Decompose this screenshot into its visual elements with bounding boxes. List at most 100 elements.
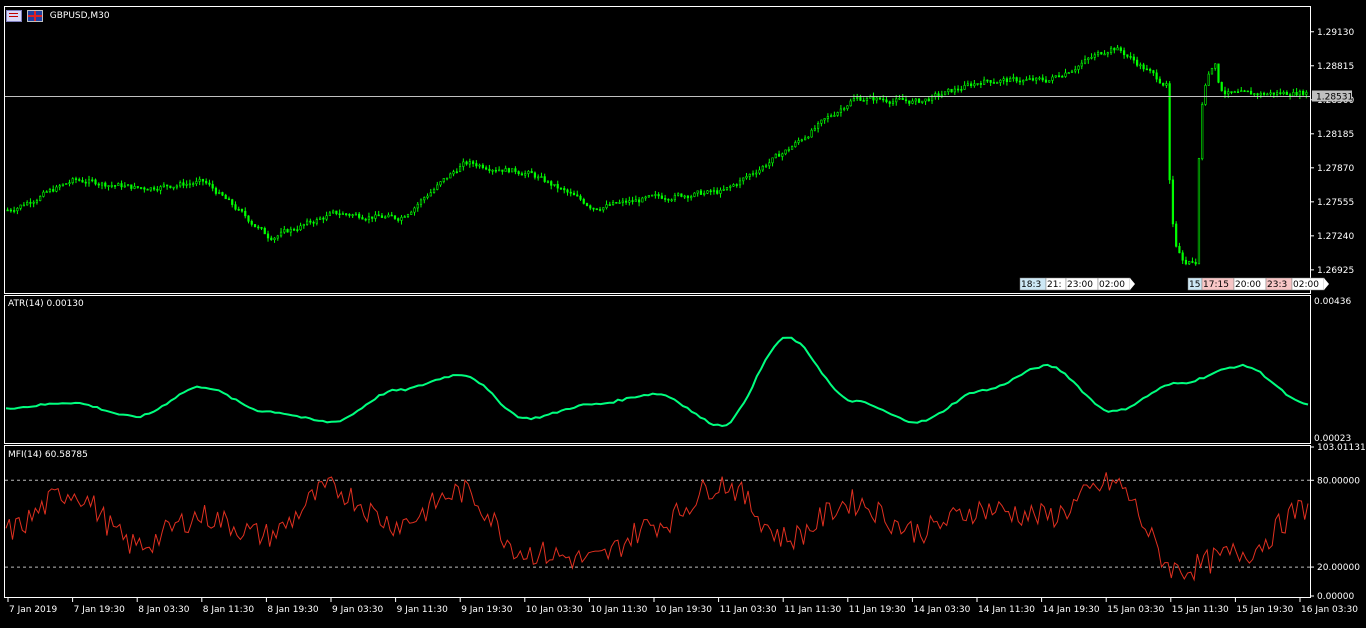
candle-body [738, 180, 742, 186]
candle-body [345, 213, 348, 215]
candle-body [1162, 82, 1165, 86]
candle-body [611, 201, 615, 206]
chart-window-icon[interactable] [6, 10, 22, 22]
candle-body [270, 237, 273, 241]
candle-body [240, 208, 244, 212]
price-tick-label: 1.28815 [1317, 62, 1354, 72]
candle-body [1018, 80, 1022, 83]
candle-body [1266, 93, 1269, 96]
atr-panel-frame [4, 295, 1311, 444]
candle-body [703, 192, 706, 195]
candle-body [397, 218, 400, 221]
candle-body [341, 213, 344, 215]
candle-body [537, 176, 540, 179]
candle-body [764, 165, 768, 168]
candle-body [436, 184, 439, 190]
mfi-tick-label: 103.01131 [1317, 443, 1366, 453]
candle-body [68, 182, 71, 184]
candle-body [943, 91, 947, 96]
candle-body [677, 193, 680, 196]
candle-body [774, 153, 777, 159]
candle-body [1217, 63, 1220, 83]
candle-body [26, 202, 29, 206]
time-tick-label: 14 Jan 03:30 [913, 605, 970, 615]
candle-body [1262, 92, 1266, 95]
candle-body [1054, 75, 1057, 78]
candle-body [325, 215, 328, 220]
session-tag-arrow [1324, 278, 1329, 290]
candle-body [367, 216, 371, 220]
candle-body [1136, 59, 1139, 66]
candle-body [706, 190, 709, 194]
candle-body [693, 192, 696, 197]
candle-body [247, 215, 250, 222]
candle-body [94, 179, 97, 185]
candle-body [553, 183, 556, 186]
candle-body [787, 149, 790, 151]
candle-body [393, 215, 397, 219]
candle-body [504, 168, 507, 172]
candle-body [485, 167, 488, 170]
candle-body [1168, 83, 1171, 181]
mfi-level-lines [5, 479, 1310, 568]
candle-body [211, 184, 214, 189]
candle-body [244, 210, 247, 217]
candle-body [729, 185, 732, 188]
candle-body [856, 97, 859, 99]
candle-body [266, 233, 270, 239]
candle-body [846, 105, 849, 109]
session-tags-left: 18:3 21: 23:00 02:00 [1019, 277, 1135, 291]
candle-body [833, 115, 836, 117]
price-candles [6, 44, 1308, 266]
time-tick-label: 11 Jan 19:30 [849, 605, 906, 615]
candle-body [475, 163, 478, 167]
candle-body [494, 169, 497, 172]
candle-body [667, 198, 670, 201]
candle-body [999, 80, 1002, 83]
session-tag-label: 17:15 [1203, 280, 1229, 290]
candle-body [595, 208, 598, 210]
candle-body [885, 99, 888, 103]
candle-body [449, 173, 452, 179]
candle-body [996, 82, 999, 84]
candle-body [1272, 92, 1275, 95]
candle-body [830, 115, 833, 118]
candle-body [989, 80, 992, 83]
candle-body [1181, 252, 1184, 261]
candle-body [299, 225, 302, 231]
candle-body [527, 171, 530, 174]
chart-canvas[interactable]: 1.291301.288151.285001.281851.278701.275… [0, 0, 1366, 624]
candle-body [559, 187, 563, 190]
metatrader-chart-window[interactable]: 1.291301.288151.285001.281851.278701.275… [0, 0, 1366, 624]
candle-body [673, 194, 677, 201]
time-tick-label: 8 Jan 19:30 [267, 605, 319, 615]
candle-body [660, 195, 663, 199]
candle-body [1165, 83, 1168, 86]
candle-body [563, 188, 566, 191]
candle-body [1096, 52, 1100, 56]
candle-body [618, 202, 621, 204]
candle-body [1243, 90, 1246, 92]
candle-body [1061, 76, 1064, 78]
candle-body [517, 171, 520, 175]
candle-body [195, 181, 198, 185]
candle-body [468, 161, 471, 165]
candle-body [1083, 59, 1087, 64]
candle-body [110, 185, 113, 187]
candle-body [543, 176, 546, 182]
candle-body [569, 191, 572, 194]
candle-body [1015, 77, 1018, 82]
candle-body [585, 203, 589, 207]
candle-body [895, 98, 898, 103]
candle-body [309, 220, 312, 223]
candle-body [100, 182, 104, 186]
candle-body [32, 201, 35, 204]
current-price-tag: 1.28531 [1312, 90, 1353, 103]
price-tick-label: 1.28185 [1317, 130, 1354, 140]
candle-body [572, 192, 576, 196]
mfi-tick-label: 20.00000 [1317, 563, 1360, 573]
candle-body [836, 112, 839, 116]
candle-body [602, 207, 605, 211]
time-tick-label: 8 Jan 03:30 [138, 605, 190, 615]
candle-body [166, 184, 169, 187]
